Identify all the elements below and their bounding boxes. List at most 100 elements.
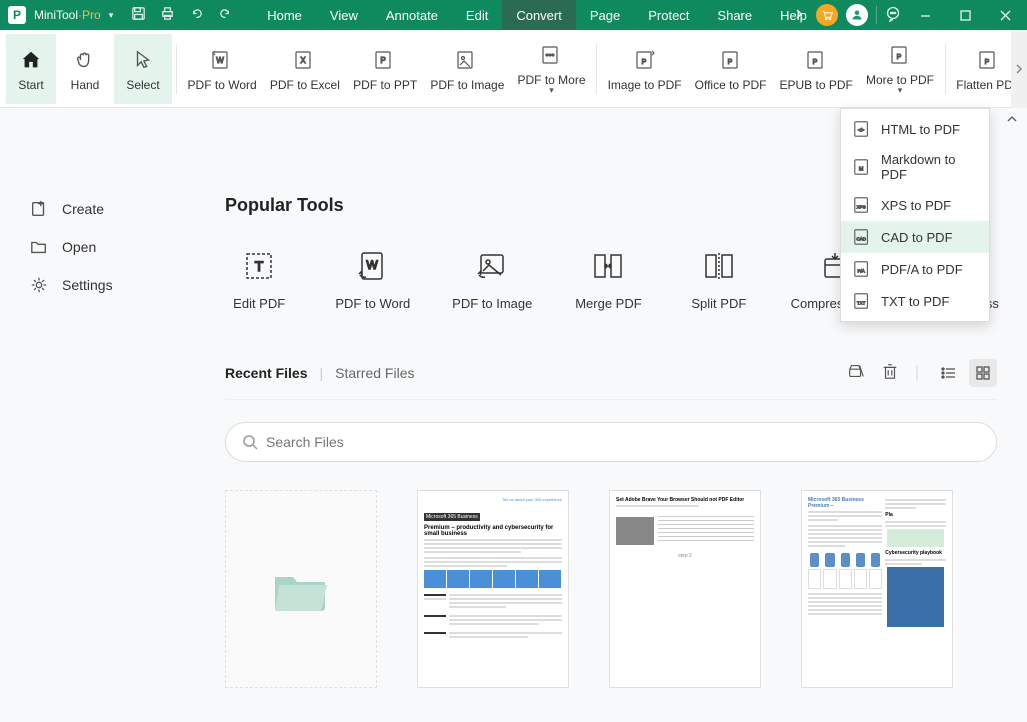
ribbon-pdf-to-word-label: PDF to Word xyxy=(188,78,257,92)
create-icon xyxy=(30,200,48,218)
close-button[interactable] xyxy=(989,0,1021,30)
ribbon-pdf-to-more[interactable]: PDF to More ▾ xyxy=(511,34,592,104)
tool-pdf-to-word[interactable]: W PDF to Word xyxy=(335,246,410,311)
menu-view[interactable]: View xyxy=(316,0,372,30)
sidebar-settings[interactable]: Settings xyxy=(30,266,180,304)
folder-open-icon xyxy=(232,497,370,681)
minimize-button[interactable] xyxy=(909,0,941,30)
tool-pdf-to-image[interactable]: PDF to Image xyxy=(452,246,532,311)
txt-icon: TXT xyxy=(853,292,871,310)
clear-history-icon[interactable] xyxy=(847,362,865,385)
dropdown-html-label: HTML to PDF xyxy=(881,122,960,137)
titlebar-left: P MiniTool·Pro ▾ xyxy=(0,6,233,24)
file-thumb-1[interactable]: Tell us about your 365 experience Micros… xyxy=(417,490,569,688)
file-thumb-2[interactable]: Set Adobe Brave Your Browser Should not … xyxy=(609,490,761,688)
menu-edit[interactable]: Edit xyxy=(452,0,502,30)
sidebar-create-label: Create xyxy=(62,201,104,217)
svg-text:P: P xyxy=(641,59,646,66)
dropdown-txt-to-pdf[interactable]: TXT TXT to PDF xyxy=(841,285,989,317)
user-icon[interactable] xyxy=(846,4,868,26)
collapse-ribbon-icon[interactable] xyxy=(1005,112,1019,131)
menu-annotate[interactable]: Annotate xyxy=(372,0,452,30)
dropdown-cad-label: CAD to PDF xyxy=(881,230,953,245)
tab-recent-files[interactable]: Recent Files xyxy=(225,365,307,381)
file-thumb-3[interactable]: Microsoft 365 Business Premium – Pla Cyb… xyxy=(801,490,953,688)
menu-convert[interactable]: Convert xyxy=(502,0,576,30)
svg-text:P: P xyxy=(897,54,902,61)
menu-page[interactable]: Page xyxy=(576,0,634,30)
merge-pdf-icon xyxy=(588,246,628,286)
divider-line xyxy=(225,399,997,400)
split-pdf-icon xyxy=(699,246,739,286)
undo-icon[interactable] xyxy=(189,6,204,24)
files-actions: | xyxy=(847,359,997,387)
more-to-pdf-dropdown: </> HTML to PDF M Markdown to PDF XPS XP… xyxy=(840,108,990,322)
list-view-button[interactable] xyxy=(935,359,963,387)
svg-text:CAD: CAD xyxy=(856,237,866,242)
folder-icon xyxy=(30,238,48,256)
file-thumbnails: Tell us about your 365 experience Micros… xyxy=(225,490,997,688)
tool-split-pdf[interactable]: Split PDF xyxy=(685,246,753,311)
sidebar-create[interactable]: Create xyxy=(30,190,180,228)
ribbon-select[interactable]: Select xyxy=(114,34,172,104)
print-icon[interactable] xyxy=(160,6,175,24)
dropdown-markdown-to-pdf[interactable]: M Markdown to PDF xyxy=(841,145,989,189)
open-file-placeholder[interactable] xyxy=(225,490,377,688)
tool-edit-pdf-label: Edit PDF xyxy=(233,296,285,311)
redo-icon[interactable] xyxy=(218,6,233,24)
pdf-to-image-icon xyxy=(455,46,479,74)
search-icon xyxy=(242,434,258,450)
menu-protect[interactable]: Protect xyxy=(634,0,703,30)
ribbon-pdf-to-image-label: PDF to Image xyxy=(430,78,504,92)
svg-text:X: X xyxy=(300,56,306,65)
dropdown-txt-label: TXT to PDF xyxy=(881,294,949,309)
ribbon-image-to-pdf-label: Image to PDF xyxy=(608,78,682,92)
save-icon[interactable] xyxy=(131,6,146,24)
tool-pdf-to-word-label: PDF to Word xyxy=(335,296,410,311)
ribbon-image-to-pdf[interactable]: P Image to PDF xyxy=(601,34,688,104)
hand-icon xyxy=(74,46,96,74)
ribbon-pdf-to-ppt[interactable]: P PDF to PPT xyxy=(346,34,423,104)
delete-icon[interactable] xyxy=(881,362,899,385)
sidebar-open[interactable]: Open xyxy=(30,228,180,266)
tool-merge-pdf[interactable]: Merge PDF xyxy=(574,246,642,311)
tab-starred-files[interactable]: Starred Files xyxy=(335,365,414,381)
ribbon-start[interactable]: Start xyxy=(6,34,56,104)
ribbon-scroll-right[interactable] xyxy=(1011,30,1027,108)
pdfa-icon: P/A xyxy=(853,260,871,278)
menu-bar: Home View Annotate Edit Convert Page Pro… xyxy=(253,0,821,30)
menu-share[interactable]: Share xyxy=(703,0,766,30)
dropdown-xps-to-pdf[interactable]: XPS XPS to PDF xyxy=(841,189,989,221)
dropdown-pdfa-to-pdf[interactable]: P/A PDF/A to PDF xyxy=(841,253,989,285)
pdf-to-word-icon: W xyxy=(210,46,234,74)
actions-sep: | xyxy=(915,364,919,382)
menu-home[interactable]: Home xyxy=(253,0,316,30)
chat-icon[interactable] xyxy=(885,6,901,25)
ribbon-office-to-pdf[interactable]: P Office to PDF xyxy=(688,34,773,104)
title-dropdown-icon[interactable]: ▾ xyxy=(109,10,114,21)
ribbon-pdf-to-image[interactable]: PDF to Image xyxy=(424,34,511,104)
cart-icon[interactable] xyxy=(816,4,838,26)
tool-edit-pdf[interactable]: T Edit PDF xyxy=(225,246,293,311)
more-to-pdf-icon: P xyxy=(888,41,912,69)
epub-to-pdf-icon: P xyxy=(804,46,828,74)
ribbon: Start Hand Select W PDF to Word X PDF to… xyxy=(0,30,1027,108)
ribbon-hand[interactable]: Hand xyxy=(56,34,114,104)
pdf-to-word-icon-lg: W xyxy=(353,246,393,286)
search-input[interactable] xyxy=(266,434,980,450)
ribbon-pdf-to-excel[interactable]: X PDF to Excel xyxy=(263,34,346,104)
ribbon-pdf-to-word[interactable]: W PDF to Word xyxy=(181,34,263,104)
ribbon-epub-to-pdf[interactable]: P EPUB to PDF xyxy=(773,34,859,104)
search-box[interactable] xyxy=(225,422,997,462)
maximize-button[interactable] xyxy=(949,0,981,30)
dropdown-cad-to-pdf[interactable]: CAD CAD to PDF xyxy=(841,221,989,253)
xps-icon: XPS xyxy=(853,196,871,214)
ribbon-more-to-pdf[interactable]: P More to PDF ▾ xyxy=(859,34,940,104)
tool-split-pdf-label: Split PDF xyxy=(691,296,746,311)
menu-next-icon[interactable] xyxy=(794,8,804,22)
svg-text:P: P xyxy=(985,59,990,66)
svg-text:P: P xyxy=(813,59,818,66)
dropdown-html-to-pdf[interactable]: </> HTML to PDF xyxy=(841,113,989,145)
pdf-to-more-icon xyxy=(540,41,564,69)
grid-view-button[interactable] xyxy=(969,359,997,387)
